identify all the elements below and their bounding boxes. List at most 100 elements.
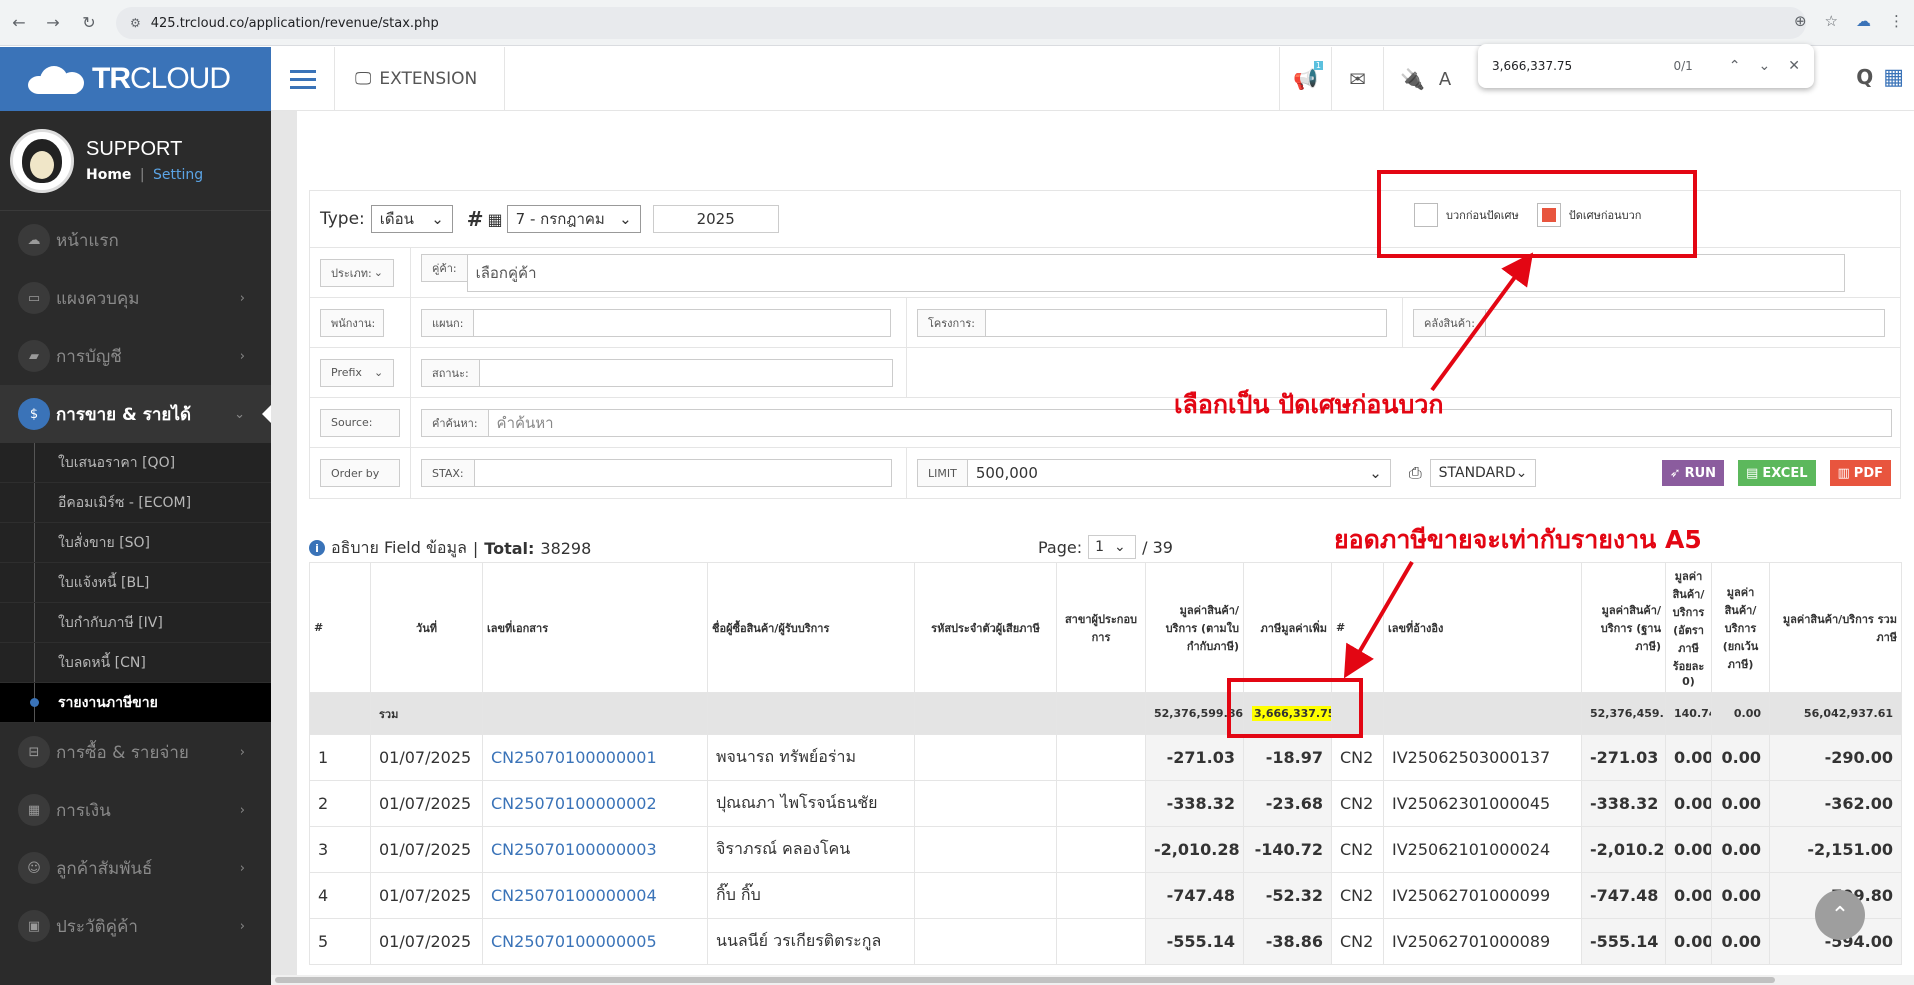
find-prev-icon[interactable]: ⌃ <box>1729 58 1741 74</box>
table-row[interactable]: 2 01/07/2025 CN25070100000002 ปุณณภา ไพโรจน… <box>309 780 1902 827</box>
site-settings-icon[interactable]: ⚙ <box>130 16 141 30</box>
table-row[interactable]: 5 01/07/2025 CN25070100000005 นนลนีย์ วรเกี… <box>309 918 1902 965</box>
home-link[interactable]: Home <box>86 167 131 183</box>
doc-link[interactable]: CN25070100000005 <box>491 932 657 951</box>
zoom-icon[interactable]: ⊕ <box>1794 12 1807 30</box>
avatar[interactable] <box>10 128 74 193</box>
project-input[interactable] <box>985 308 1387 337</box>
table-row[interactable]: 3 01/07/2025 CN25070100000003 จิราภรณ์ คลอง… <box>309 826 1902 873</box>
sidebar-item-home[interactable]: ☁ หน้าแรก <box>0 211 271 269</box>
sidebar-item-purchase[interactable]: ⊟ การซื้อ & รายจ่าย › <box>0 723 271 781</box>
orderby-select[interactable]: Order by <box>320 459 400 487</box>
scrollbar-thumb[interactable] <box>275 977 1775 983</box>
address-bar[interactable]: ⚙ 425.trcloud.co/application/revenue/sta… <box>116 7 1806 39</box>
cell-base: -555.14 <box>1581 918 1666 965</box>
megaphone-icon[interactable]: 📢 1 <box>1279 47 1331 111</box>
doc-link[interactable]: CN25070100000002 <box>491 794 657 813</box>
submenu-item-so[interactable]: ใบสั่งขาย [SO] <box>0 523 271 563</box>
table-row[interactable]: 1 01/07/2025 CN25070100000001 พจนารถ ทรัพย์… <box>309 734 1902 781</box>
status-input[interactable] <box>478 358 893 387</box>
info-icon[interactable]: i <box>309 540 325 556</box>
warehouse-input[interactable] <box>1484 308 1885 337</box>
col-header-base[interactable]: มูลค่าสินค้า/บริการ (ฐานภาษี) <box>1581 562 1666 693</box>
scroll-to-top-button[interactable]: ⌃ <box>1815 890 1865 940</box>
submenu-item-ecom[interactable]: อีคอมเมิร์ซ - [ECOM] <box>0 483 271 523</box>
plug-icon[interactable]: 🔌 A <box>1383 47 1463 111</box>
col-header-vat[interactable]: ภาษีมูลค่าเพิ่ม <box>1243 562 1332 693</box>
month-select[interactable]: 7 - กรกฎาคม ⌄ <box>506 205 641 233</box>
horizontal-scrollbar[interactable] <box>271 975 1914 985</box>
col-header-exempt[interactable]: มูลค่าสินค้า/บริการ (ยกเว้นภาษี) <box>1711 562 1770 693</box>
extension-cloud-icon[interactable]: ☁ <box>1856 12 1871 30</box>
cell-doc-no[interactable]: CN25070100000002 <box>482 780 708 827</box>
find-input[interactable]: 3,666,337.75 <box>1492 59 1673 73</box>
col-header-doc-no[interactable]: เลขที่เอกสาร <box>482 562 708 693</box>
department-input[interactable] <box>473 308 892 337</box>
bookmark-star-icon[interactable]: ☆ <box>1825 12 1838 30</box>
building-icon[interactable]: Q ▦ <box>1856 65 1904 90</box>
sidebar-item-finance[interactable]: ▦ การเงิน › <box>0 781 271 839</box>
sidebar-item-accounting[interactable]: ▰ การบัญชี › <box>0 327 271 385</box>
sidebar-item-dashboard[interactable]: ▭ แผงควบคุม › <box>0 269 271 327</box>
hamburger-menu-icon[interactable] <box>271 47 335 111</box>
stax-input[interactable] <box>473 459 892 487</box>
summary-zero: 140.74 <box>1665 692 1712 735</box>
sidebar-item-label: แผงควบคุม <box>56 288 140 309</box>
doc-link[interactable]: CN25070100000004 <box>491 886 657 905</box>
run-button[interactable]: ➶ RUN <box>1661 460 1725 486</box>
monitor-icon: ▭ <box>18 282 50 314</box>
cell-doc-no[interactable]: CN25070100000003 <box>482 826 708 873</box>
limit-select[interactable]: 500,000 ⌄ <box>966 459 1391 487</box>
col-header-type[interactable]: # <box>1331 562 1384 693</box>
col-header-date[interactable]: วันที่ <box>370 562 483 693</box>
source-select[interactable]: Source: <box>320 408 400 437</box>
menu-kebab-icon[interactable]: ⋮ <box>1889 12 1904 30</box>
col-header-tax-id[interactable]: รหัสประจำตัวผู้เสียภาษี <box>914 562 1057 693</box>
submenu-item-bl[interactable]: ใบแจ้งหนี้ [BL] <box>0 563 271 603</box>
sidebar-item-crm[interactable]: ☺ ลูกค้าสัมพันธ์ › <box>0 839 271 897</box>
mail-icon[interactable]: ✉ <box>1331 47 1383 111</box>
checkbox-annotation-box <box>1377 170 1697 258</box>
submenu-item-iv[interactable]: ใบกำกับภาษี [IV] <box>0 603 271 643</box>
submenu-item-sales-tax-report[interactable]: รายงานภาษีขาย <box>0 683 271 723</box>
forward-icon[interactable]: → <box>38 13 68 32</box>
col-header-branch[interactable]: สาขาผู้ประกอบการ <box>1056 562 1146 693</box>
find-next-icon[interactable]: ⌄ <box>1759 58 1771 74</box>
logo[interactable]: TR CLOUD <box>0 47 271 111</box>
excel-button[interactable]: ▤ EXCEL <box>1738 460 1816 486</box>
back-icon[interactable]: ← <box>4 13 34 32</box>
col-header-total[interactable]: มูลค่าสินค้า/บริการ รวมภาษี <box>1769 562 1902 693</box>
sidebar-item-sales[interactable]: $ การขาย & รายได้ ⌄ <box>0 385 271 443</box>
cell-doc-no[interactable]: CN25070100000001 <box>482 734 708 781</box>
col-header-zero-rate[interactable]: มูลค่าสินค้า/บริการ (อัตราภาษีร้อยละ 0) <box>1665 562 1712 693</box>
pdf-button[interactable]: ▥ PDF <box>1829 460 1891 486</box>
cell-doc-no[interactable]: CN25070100000004 <box>482 872 708 919</box>
type-select[interactable]: เดือน ⌄ <box>370 205 453 233</box>
sidebar-item-partner-history[interactable]: ▣ ประวัติคู่ค้า › <box>0 897 271 955</box>
find-close-icon[interactable]: ✕ <box>1788 58 1800 74</box>
cell-no: 1 <box>309 734 371 781</box>
prefix-select[interactable]: Prefix ⌄ <box>320 358 395 387</box>
table-row[interactable]: 4 01/07/2025 CN25070100000004 กิ๊บ กิ๊บ -747… <box>309 872 1902 919</box>
page-select[interactable]: 1 ⌄ <box>1088 535 1137 559</box>
field-description-link[interactable]: อธิบาย Field ข้อมูล <box>331 536 467 561</box>
col-header-amount[interactable]: มูลค่าสินค้า/บริการ (ตามใบกำกับภาษี) <box>1145 562 1244 693</box>
setting-link[interactable]: Setting <box>153 167 203 183</box>
sidebar-item-label: การเงิน <box>56 800 111 821</box>
submenu-item-cn[interactable]: ใบลดหนี้ [CN] <box>0 643 271 683</box>
employee-label[interactable]: พนักงาน: <box>320 308 384 337</box>
extension-button[interactable]: 🖵 EXTENSION <box>335 47 505 111</box>
doc-link[interactable]: CN25070100000003 <box>491 840 657 859</box>
col-header-no[interactable]: # <box>309 562 371 693</box>
col-header-reference[interactable]: เลขที่อ้างอิง <box>1383 562 1582 693</box>
reload-icon[interactable]: ↻ <box>74 13 104 32</box>
col-header-customer[interactable]: ชื่อผู้ซื้อสินค้า/ผู้รับบริการ <box>707 562 915 693</box>
submenu-item-qo[interactable]: ใบเสนอราคา [QO] <box>0 443 271 483</box>
category-select[interactable]: ประเภท: ⌄ <box>320 258 394 287</box>
print-format-select[interactable]: STANDARD ⌄ <box>1429 459 1536 487</box>
doc-link[interactable]: CN25070100000001 <box>491 748 657 767</box>
chevron-right-icon: › <box>239 744 245 760</box>
partner-select[interactable]: เลือกคู่ค้า <box>466 253 1845 292</box>
year-input[interactable]: 2025 <box>652 205 779 233</box>
cell-doc-no[interactable]: CN25070100000005 <box>482 918 708 965</box>
